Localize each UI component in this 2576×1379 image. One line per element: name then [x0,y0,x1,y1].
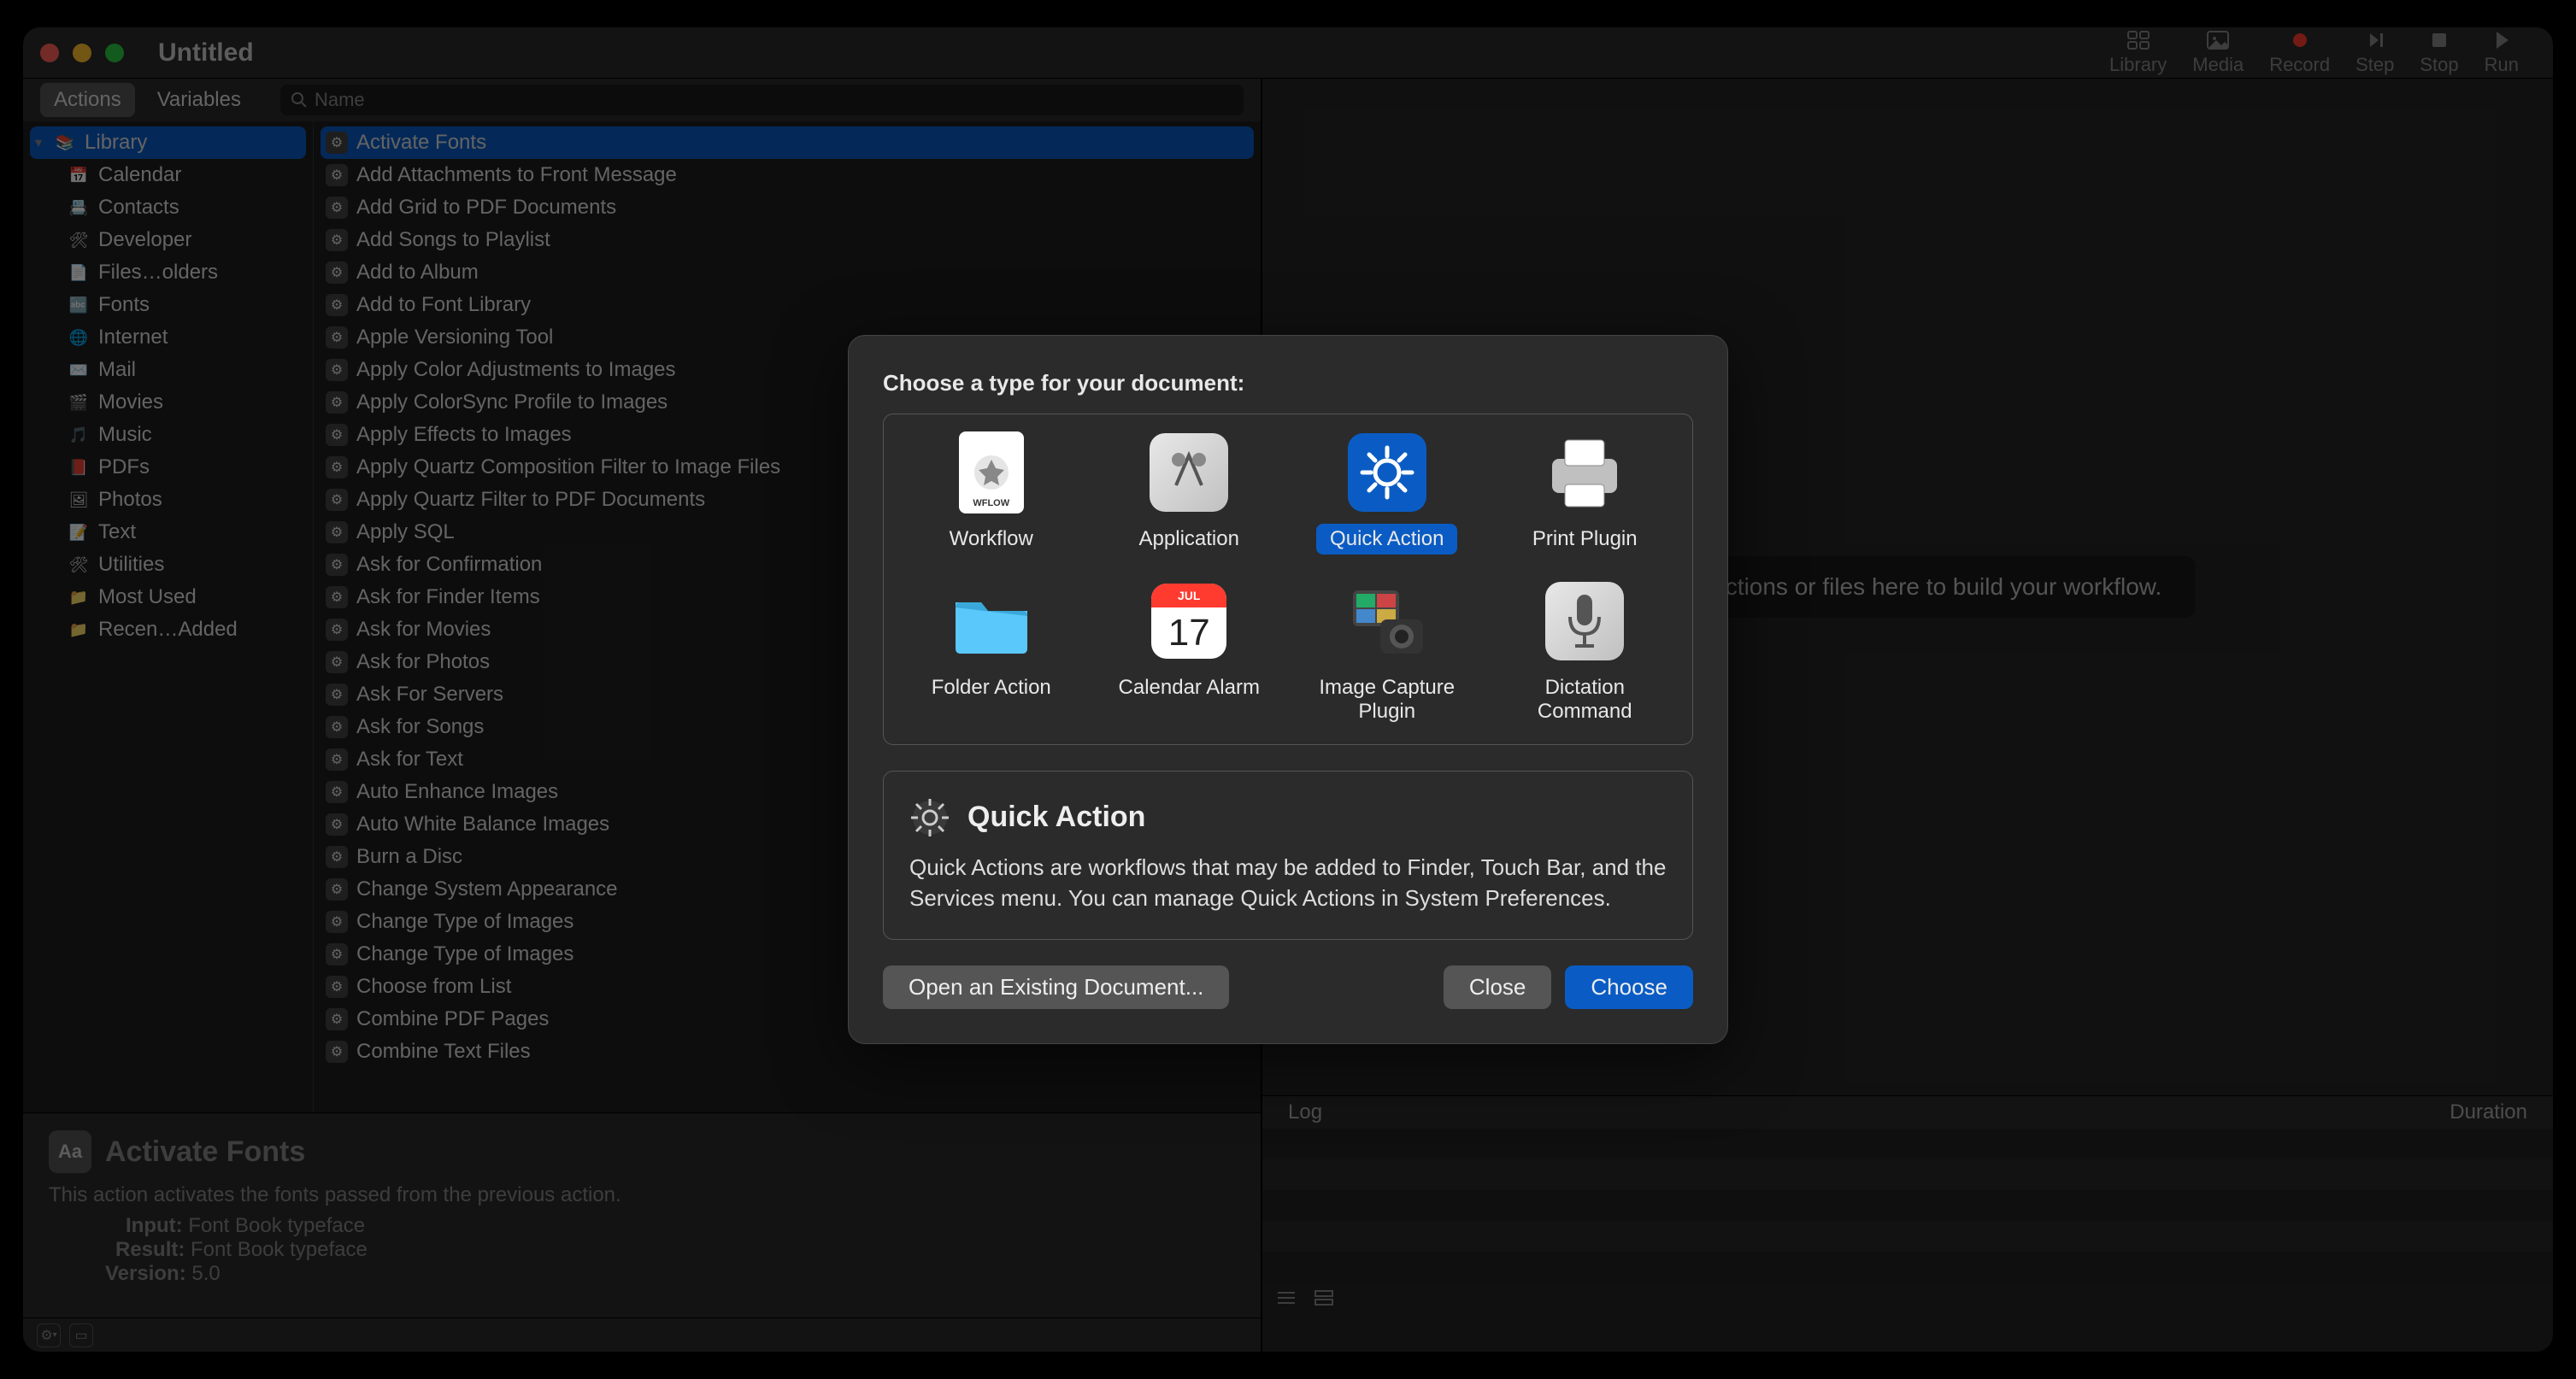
doc-type-label: Folder Action [918,672,1065,703]
choose-button[interactable]: Choose [1565,965,1693,1009]
doc-type-folder-action[interactable]: Folder Action [901,580,1082,727]
doc-type-label: Application [1126,524,1253,555]
doc-type-image-capture-plugin[interactable]: Image Capture Plugin [1297,580,1478,727]
modal-overlay: Choose a type for your document: WFLOW Wo… [0,0,2576,1379]
description-box: Quick Action Quick Actions are workflows… [883,771,1693,941]
dictation-command-icon [1544,580,1626,662]
description-title: Quick Action [909,797,1667,838]
description-body: Quick Actions are workflows that may be … [909,852,1667,914]
doc-type-application[interactable]: Application [1099,431,1280,555]
doc-type-dictation-command[interactable]: Dictation Command [1495,580,1676,727]
doc-type-label: Quick Action [1316,524,1457,555]
doc-type-workflow[interactable]: WFLOW Workflow [901,431,1082,555]
doc-type-label: Image Capture Plugin [1297,672,1478,727]
application-icon [1148,431,1230,513]
document-type-dialog: Choose a type for your document: WFLOW Wo… [848,335,1728,1045]
open-existing-button[interactable]: Open an Existing Document... [883,965,1229,1009]
quick-action-icon [1346,431,1428,513]
folder-action-icon [950,580,1032,662]
print-plugin-icon [1544,431,1626,513]
calendar-alarm-icon: JUL17 [1148,580,1230,662]
type-grid: WFLOW Workflow Application Quick Action Prin… [883,414,1693,745]
doc-type-label: Workflow [936,524,1047,555]
image-capture-plugin-icon [1346,580,1428,662]
description-title-text: Quick Action [967,801,1145,834]
gear-icon [909,797,950,838]
doc-type-calendar-alarm[interactable]: JUL17 Calendar Alarm [1099,580,1280,727]
dialog-buttons: Open an Existing Document... Close Choos… [883,965,1693,1009]
doc-type-print-plugin[interactable]: Print Plugin [1495,431,1676,555]
dialog-title: Choose a type for your document: [883,370,1693,396]
workflow-icon: WFLOW [950,431,1032,513]
doc-type-label: Dictation Command [1495,672,1676,727]
doc-type-label: Print Plugin [1519,524,1651,555]
doc-type-quick-action[interactable]: Quick Action [1297,431,1478,555]
close-button[interactable]: Close [1444,965,1551,1009]
doc-type-label: Calendar Alarm [1105,672,1273,703]
